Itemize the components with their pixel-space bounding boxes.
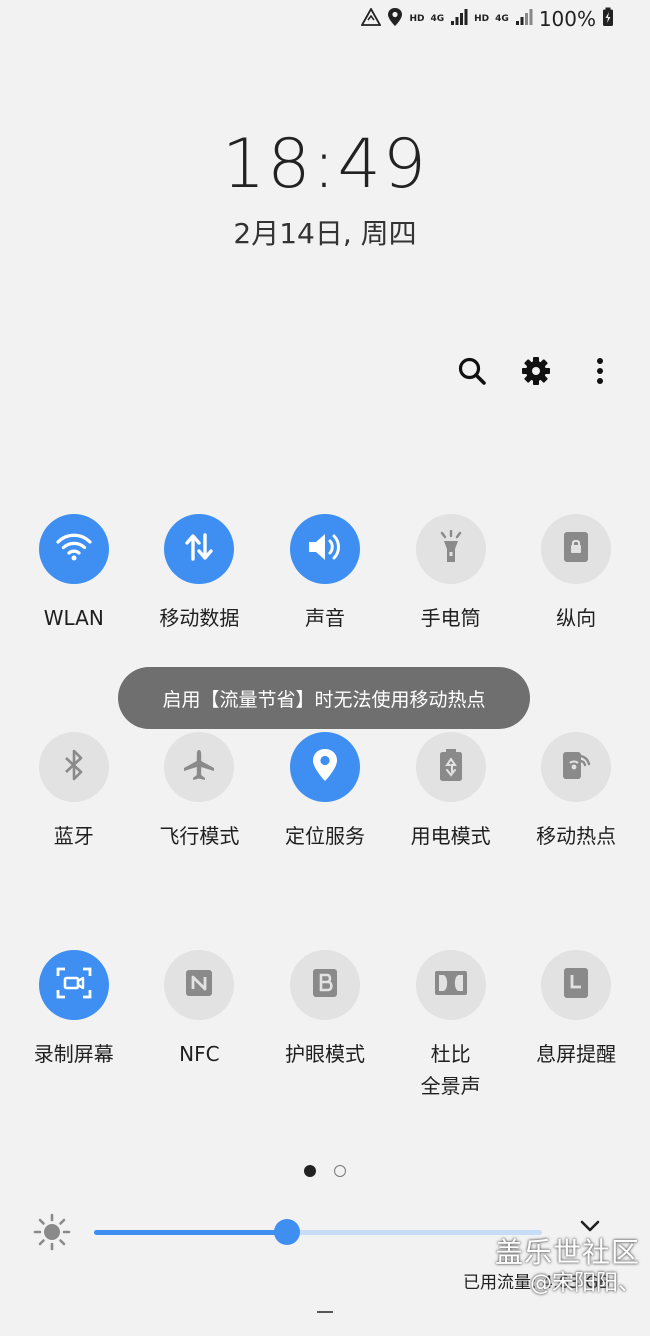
battery-percentage: 100%: [538, 7, 596, 31]
airplane-icon: [182, 748, 216, 786]
tile-sound[interactable]: 声音: [262, 514, 388, 634]
eye-comfort-icon: [311, 967, 339, 1003]
sim2-network-type: 4G: [495, 14, 509, 24]
tile-label: 录制屏幕: [33, 1042, 114, 1066]
tile-mobile-hotspot-circle: [541, 732, 612, 802]
tile-location-circle: [289, 732, 360, 802]
tile-mobile-data[interactable]: 移动数据: [137, 514, 263, 634]
tile-eye-comfort[interactable]: 护眼模式: [262, 950, 388, 1102]
tile-label: 纵向: [556, 606, 597, 630]
always-on-display-icon: [563, 967, 589, 1003]
nfc-icon: [184, 968, 214, 1002]
signal-icon: [515, 8, 533, 30]
signal-icon: [450, 8, 468, 30]
quick-settings-row-1: WLAN 移动数据 声音 手电筒 纵向: [11, 514, 639, 634]
hotspot-icon: [560, 749, 592, 785]
tile-label: 声音: [304, 606, 345, 630]
panel-handle[interactable]: [317, 1311, 333, 1313]
tile-label: 移动热点: [536, 824, 617, 848]
tile-bluetooth[interactable]: 蓝牙: [11, 732, 137, 852]
tile-sound-circle: [289, 514, 360, 584]
tile-dolby-atmos[interactable]: 杜比 全景声: [388, 950, 514, 1102]
tile-wlan-circle: [38, 514, 109, 584]
quick-settings-row-2: 蓝牙 飞行模式 定位服务 用电模式 移动热点: [11, 732, 639, 852]
page-dot-1[interactable]: [304, 1165, 316, 1177]
tile-label: 息屏提醒: [536, 1042, 617, 1066]
quick-settings-row-3: 录制屏幕 NFC 护眼模式 杜比 全景声 息屏提醒: [11, 950, 639, 1102]
tile-always-on-display-circle: [541, 950, 612, 1020]
tile-label: 杜比 全景声: [420, 1042, 481, 1098]
sim2-hd-indicator: HD: [474, 14, 490, 24]
clock-time: 18:49: [222, 125, 428, 204]
search-button[interactable]: [456, 356, 488, 390]
tile-eye-comfort-circle: [289, 950, 360, 1020]
tile-power-mode[interactable]: 用电模式: [388, 732, 514, 852]
dolby-icon: [434, 970, 468, 1000]
tile-label: 用电模式: [410, 824, 491, 848]
tile-label: NFC: [179, 1042, 220, 1066]
page-indicator: [0, 1165, 650, 1177]
bluetooth-icon: [63, 749, 85, 785]
tile-location[interactable]: 定位服务: [262, 732, 388, 852]
quick-panel-toolbar: [456, 356, 616, 390]
battery-charging-icon: [602, 7, 614, 31]
tile-airplane-mode[interactable]: 飞行模式: [137, 732, 263, 852]
page-dot-2[interactable]: [334, 1165, 346, 1177]
tile-nfc-circle: [164, 950, 235, 1020]
tile-dolby-atmos-circle: [415, 950, 486, 1020]
tile-nfc[interactable]: NFC: [137, 950, 263, 1102]
brightness-slider-fill: [94, 1230, 287, 1235]
tile-screen-recorder[interactable]: 录制屏幕: [11, 950, 137, 1102]
portrait-lock-icon: [563, 531, 589, 567]
sound-icon: [306, 531, 344, 567]
tile-power-mode-circle: [415, 732, 486, 802]
tile-mobile-hotspot[interactable]: 移动热点: [513, 732, 639, 852]
tile-portrait[interactable]: 纵向: [513, 514, 639, 634]
tile-always-on-display[interactable]: 息屏提醒: [513, 950, 639, 1102]
tile-label: WLAN: [43, 606, 104, 630]
brightness-slider-thumb[interactable]: [273, 1219, 300, 1245]
watermark-brand: 盖乐世社区: [494, 1236, 640, 1269]
status-bar: HD 4G HD 4G 100%: [360, 6, 614, 32]
power-mode-icon: [439, 748, 463, 786]
clock-date: 2月14日, 周四: [233, 217, 417, 250]
location-icon: [387, 7, 403, 31]
mobile-data-icon: [183, 531, 215, 567]
watermark-author: @宋阳阳、: [529, 1271, 640, 1296]
settings-button[interactable]: [520, 356, 552, 390]
tile-label: 移动数据: [159, 606, 240, 630]
tile-label: 蓝牙: [53, 824, 94, 848]
sim1-hd-indicator: HD: [409, 14, 425, 24]
wifi-icon: [56, 532, 92, 566]
search-icon: [457, 356, 487, 390]
tile-label: 定位服务: [284, 824, 365, 848]
tile-flashlight[interactable]: 手电筒: [388, 514, 514, 634]
data-saver-icon: [360, 7, 383, 30]
screen-record-icon: [56, 966, 92, 1004]
gear-icon: [521, 356, 551, 390]
flashlight-icon: [436, 529, 466, 568]
tile-label: 手电筒: [420, 606, 481, 630]
sun-icon: [32, 1212, 72, 1252]
tile-portrait-circle: [541, 514, 612, 584]
tile-screen-recorder-circle: [38, 950, 109, 1020]
location-icon: [311, 748, 339, 786]
brightness-slider[interactable]: [94, 1219, 542, 1245]
tile-mobile-data-circle: [164, 514, 235, 584]
tile-bluetooth-circle: [38, 732, 109, 802]
more-vert-icon: [595, 356, 605, 390]
tile-label: 飞行模式: [159, 824, 240, 848]
tile-label: 护眼模式: [284, 1042, 365, 1066]
toast-message: 启用【流量节省】时无法使用移动热点: [118, 667, 530, 729]
tile-wlan[interactable]: WLAN: [11, 514, 137, 634]
watermark: 盖乐世社区 @宋阳阳、: [450, 1236, 640, 1298]
tile-airplane-mode-circle: [164, 732, 235, 802]
tile-flashlight-circle: [415, 514, 486, 584]
sim1-network-type: 4G: [430, 14, 445, 24]
more-options-button[interactable]: [584, 356, 616, 390]
